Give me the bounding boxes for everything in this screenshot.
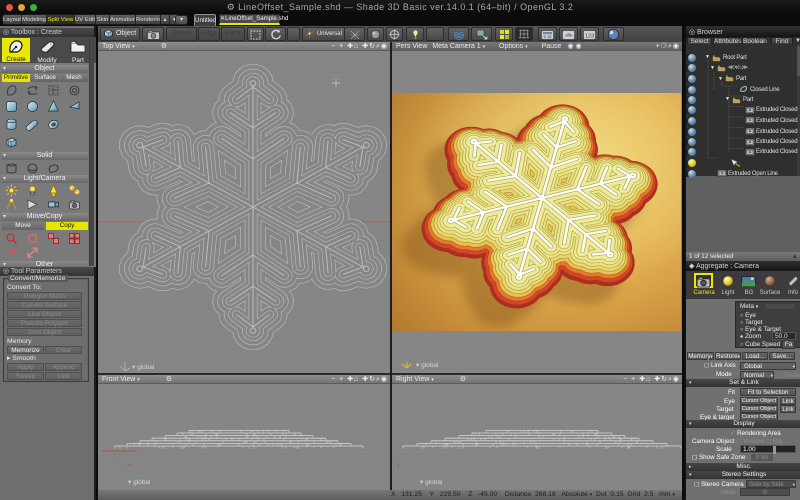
svg-text:I: I <box>8 142 9 148</box>
svg-text:123: 123 <box>585 33 594 39</box>
